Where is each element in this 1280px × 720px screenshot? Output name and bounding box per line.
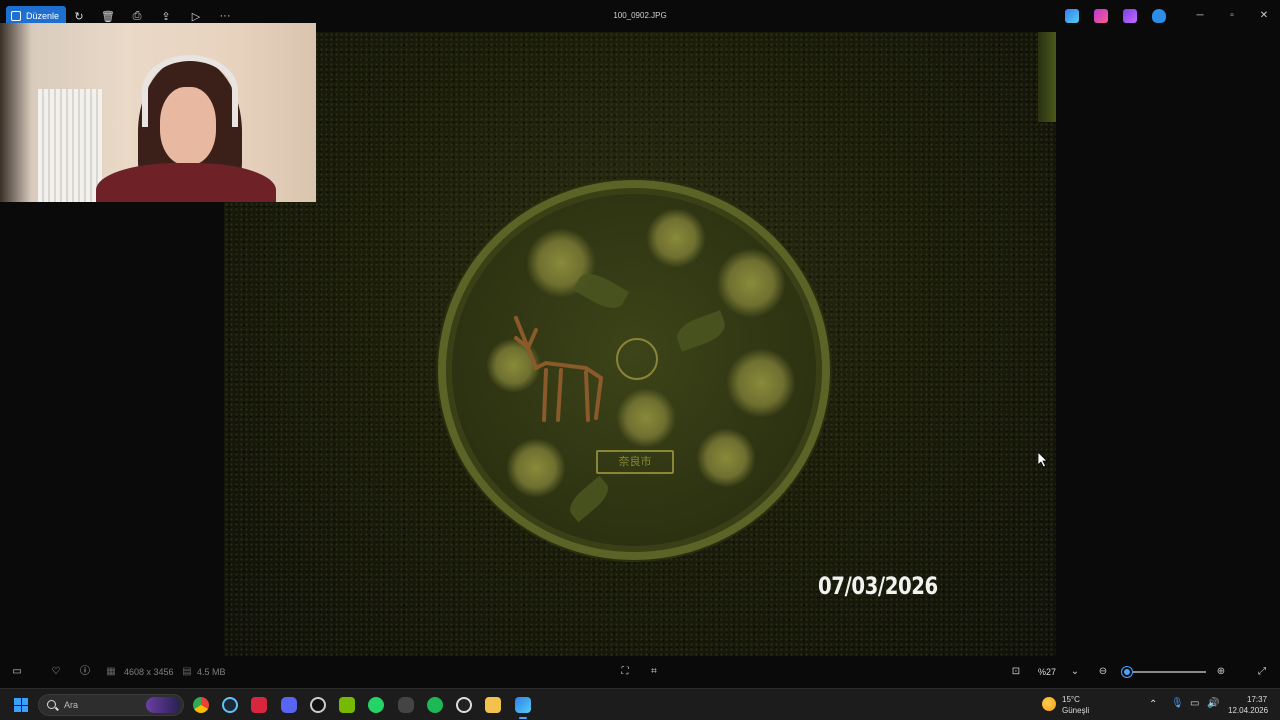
deer-figure bbox=[514, 316, 604, 422]
weather-desc[interactable]: Güneşli bbox=[1062, 706, 1089, 715]
paint-icon[interactable] bbox=[1065, 9, 1079, 23]
bottom-bar: ▭ ♡ ⓘ ▦ 4608 x 3456 ▤ 4.5 MB ⛶ ⌗ ⊡ %27 ⌄… bbox=[0, 656, 1280, 688]
visual-search-icon[interactable]: ⌗ bbox=[647, 665, 661, 679]
photos-app-window: Düzenle ↻ 🗑 ⎙ ⇪ ▷ ··· 100_0902.JPG ─ ▫ ✕ bbox=[0, 0, 1280, 688]
obs-icon[interactable] bbox=[310, 697, 326, 713]
red-app-icon[interactable] bbox=[251, 697, 267, 713]
search-highlight-art bbox=[146, 697, 180, 713]
minimize-button[interactable]: ─ bbox=[1193, 9, 1207, 23]
zoom-slider-thumb[interactable] bbox=[1122, 667, 1132, 677]
search-placeholder: Ara bbox=[64, 700, 79, 710]
zoom-out-icon[interactable]: ⊖ bbox=[1096, 665, 1110, 679]
chatgpt-icon[interactable] bbox=[456, 697, 472, 713]
file-explorer-icon[interactable] bbox=[485, 697, 501, 713]
photos-icon[interactable] bbox=[515, 697, 531, 719]
whatsapp-icon[interactable] bbox=[368, 697, 384, 713]
gamepad-icon[interactable] bbox=[398, 697, 414, 713]
zoom-in-icon[interactable]: ⊕ bbox=[1214, 665, 1228, 679]
designer-icon[interactable] bbox=[1123, 9, 1137, 23]
fullscreen-icon[interactable]: ⤢ bbox=[1255, 665, 1269, 679]
zoom-level[interactable]: %27 bbox=[1038, 667, 1056, 677]
clock-date[interactable]: 12.04.2026 bbox=[1228, 706, 1268, 715]
chevron-up-icon[interactable]: ⌃ bbox=[1149, 699, 1157, 710]
actual-size-icon[interactable]: ⊡ bbox=[1009, 665, 1023, 679]
windows-taskbar: Ara 15°C Güneşli ⌃ 🎙 ▭ 🔊 17:37 12.04.202… bbox=[0, 688, 1280, 720]
radiator bbox=[38, 89, 102, 202]
image-size-icon: ▦ bbox=[106, 666, 116, 677]
taskbar-search[interactable]: Ara bbox=[38, 694, 184, 716]
image-dimensions: 4608 x 3456 bbox=[124, 667, 174, 677]
spotify-icon[interactable] bbox=[427, 697, 443, 713]
steam-icon[interactable] bbox=[222, 697, 238, 713]
plate-text: 奈良市 bbox=[596, 450, 674, 474]
filmstrip-icon[interactable]: ▭ bbox=[10, 665, 24, 679]
webcam-overlay bbox=[0, 23, 316, 202]
file-size-icon: ▤ bbox=[182, 666, 192, 677]
crop-icon[interactable]: ⛶ bbox=[618, 665, 632, 679]
discord-icon[interactable] bbox=[281, 697, 297, 713]
clipchamp-icon[interactable] bbox=[1094, 9, 1108, 23]
weather-temp[interactable]: 15°C bbox=[1062, 695, 1080, 704]
chrome-icon[interactable] bbox=[193, 697, 209, 713]
file-size: 4.5 MB bbox=[197, 667, 226, 677]
onedrive-icon[interactable] bbox=[1152, 9, 1166, 23]
search-icon bbox=[47, 700, 56, 709]
grass-edge bbox=[1038, 32, 1056, 122]
maximize-button[interactable]: ▫ bbox=[1225, 9, 1239, 23]
date-stamp: 07/03/2026 bbox=[818, 572, 938, 600]
nvidia-icon[interactable] bbox=[339, 697, 355, 713]
microphone-icon[interactable]: 🎙 bbox=[1171, 698, 1184, 709]
person-sweater bbox=[96, 163, 276, 202]
weather-sun-icon[interactable] bbox=[1042, 697, 1056, 711]
info-icon[interactable]: ⓘ bbox=[78, 665, 92, 679]
network-icon[interactable]: ▭ bbox=[1190, 698, 1199, 709]
manhole-cover-image: 奈良市 bbox=[438, 180, 830, 560]
headset bbox=[142, 55, 238, 127]
volume-icon[interactable]: 🔊 bbox=[1207, 698, 1219, 709]
photo-viewport[interactable]: 奈良市 07/03/2026 bbox=[224, 32, 1056, 656]
city-emblem bbox=[616, 338, 658, 380]
file-name: 100_0902.JPG bbox=[613, 11, 667, 20]
favorite-icon[interactable]: ♡ bbox=[49, 665, 63, 679]
mouse-cursor-icon bbox=[1038, 452, 1048, 468]
clock-time[interactable]: 17:37 bbox=[1247, 695, 1267, 704]
zoom-slider-track[interactable] bbox=[1124, 671, 1206, 673]
close-button[interactable]: ✕ bbox=[1257, 9, 1271, 23]
start-icon[interactable] bbox=[14, 698, 28, 712]
chevron-down-icon[interactable]: ⌄ bbox=[1068, 665, 1082, 679]
